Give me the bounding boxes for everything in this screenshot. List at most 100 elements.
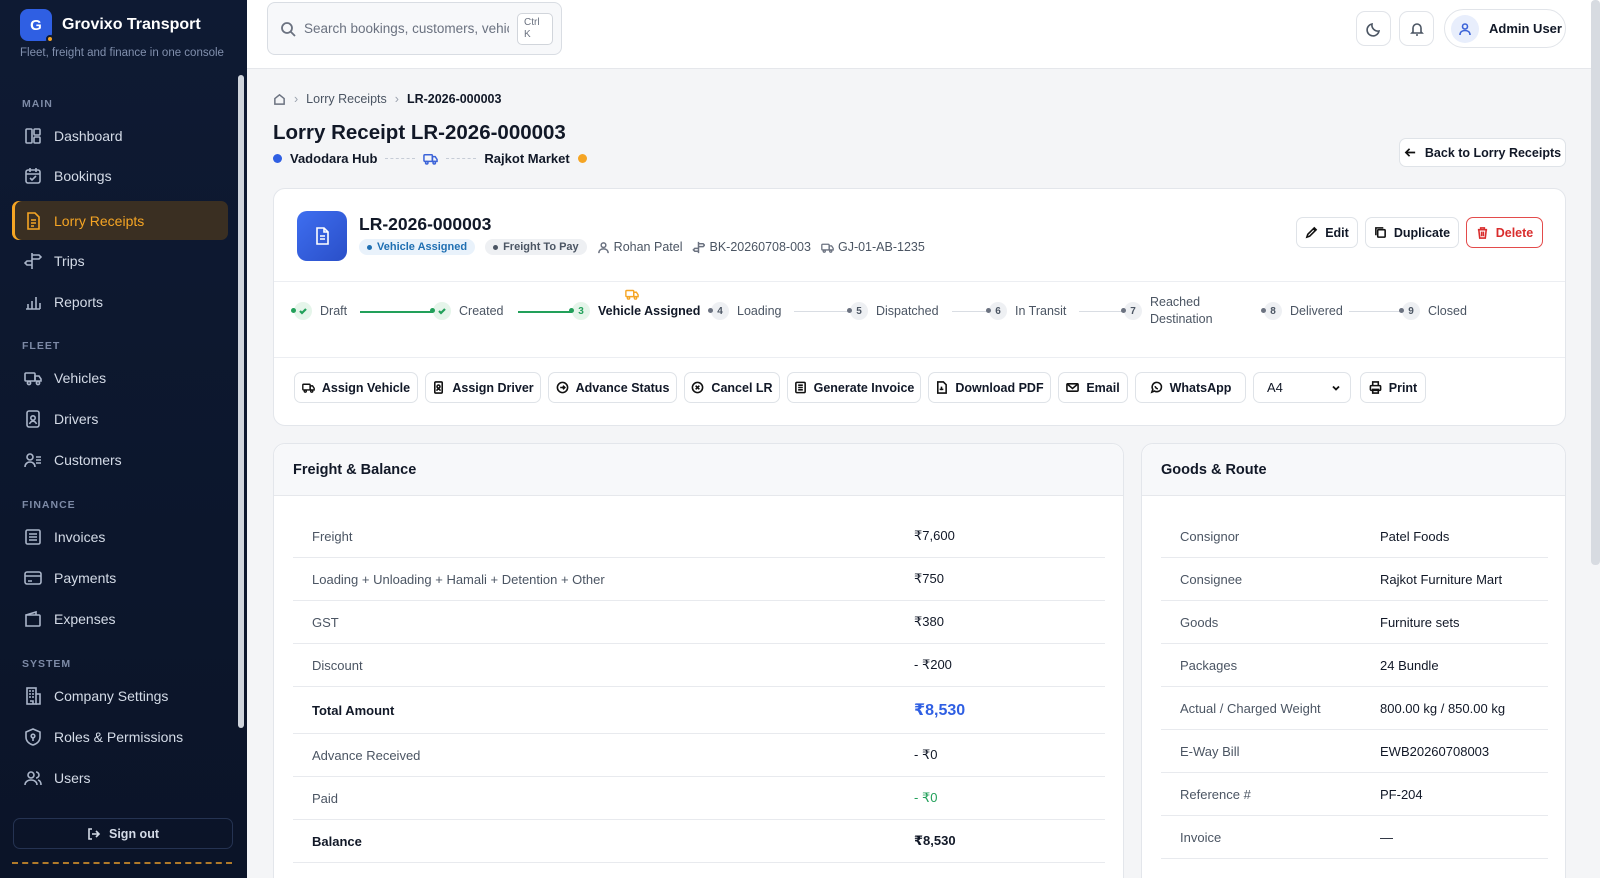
download-pdf-button[interactable]: Download PDF [928,372,1051,403]
user-menu-button[interactable]: Admin User [1444,9,1566,48]
generate-invoice-button[interactable]: Generate Invoice [787,372,921,403]
notifications-button[interactable] [1399,11,1434,46]
print-button[interactable]: Print [1360,372,1426,403]
x-circle-icon [692,381,704,394]
origin: Vadodara Hub [290,151,378,166]
sidebar-item-label: Payments [54,569,117,586]
printer-icon [1369,381,1382,394]
step-in-transit: 6 In Transit [986,302,1066,320]
log-out-icon [88,827,101,840]
table-row: Freight ₹7,600 [293,515,1105,558]
user-name: Admin User [1489,21,1562,36]
table-row: Packages 24 Bundle [1161,644,1548,687]
bell-icon [1409,22,1424,36]
theme-toggle-button[interactable] [1356,11,1391,46]
paper-size-select[interactable]: A4 [1253,372,1351,403]
brand-tagline: Fleet, freight and finance in one consol… [20,47,224,59]
id-badge-icon [26,409,40,428]
pencil-icon [1305,226,1318,239]
user-icon [1459,22,1471,35]
sidebar-item-label: Reports [54,293,104,310]
sidebar-item-label: Trips [54,252,85,269]
cancel-lr-button[interactable]: Cancel LR [684,372,780,403]
check-icon [299,308,307,315]
sidebar-item-roles-permissions[interactable]: Roles & Permissions [12,717,228,756]
file-pdf-icon [937,381,948,394]
sidebar-item-payments[interactable]: Payments [12,558,228,597]
duplicate-button[interactable]: Duplicate [1365,217,1459,248]
arrow-left-icon [1404,148,1416,157]
table-row: Invoice — [1161,816,1548,859]
balance-row: Balance ₹8,530 [293,820,1105,863]
whatsapp-button[interactable]: WhatsApp [1135,372,1246,403]
sidebar: G Grovixo Transport Fleet, freight and f… [0,0,247,878]
sidebar-item-bookings[interactable]: Bookings [12,156,228,195]
booking-ref[interactable]: BK-20260708-003 [692,240,811,254]
status-stepper: Draft Created 3 Vehicle Assigned 4 Loadi… [291,287,1544,337]
sidebar-item-vehicles[interactable]: Vehicles [12,358,228,397]
sidebar-item-label: Drivers [54,410,99,427]
assign-driver-button[interactable]: Assign Driver [425,372,541,403]
vehicle-number[interactable]: GJ-01-AB-1235 [821,240,925,254]
bar-chart-icon [26,296,41,310]
sidebar-item-company-settings[interactable]: Company Settings [12,676,228,715]
table-row: Paid - ₹0 [293,777,1105,820]
sidebar-item-trips[interactable]: Trips [12,241,228,280]
brand[interactable]: G Grovixo Transport [20,9,201,43]
sidebar-item-lorry-receipts[interactable]: Lorry Receipts [12,201,228,240]
freight-balance-card: Freight & Balance Freight ₹7,600 Loading … [273,443,1124,878]
moon-icon [1365,22,1380,37]
step-dispatched: 5 Dispatched [847,302,939,320]
sidebar-item-label: Customers [54,451,122,468]
customer: Rohan Patel [597,240,682,254]
assign-vehicle-button[interactable]: Assign Vehicle [294,372,418,403]
avatar [1451,14,1479,43]
receipt-icon [27,211,40,230]
shield-icon [25,727,41,746]
sidebar-item-reports[interactable]: Reports [12,282,228,321]
email-button[interactable]: Email [1058,372,1128,403]
sidebar-item-label: Roles & Permissions [54,728,184,745]
home-icon[interactable] [273,93,286,106]
sidebar-item-customers[interactable]: Customers [12,440,228,479]
global-search[interactable]: Ctrl K [267,2,562,55]
page-title: Lorry Receipt LR-2026-000003 [273,121,566,144]
mail-icon [1066,382,1080,393]
advance-status-button[interactable]: Advance Status [548,372,677,403]
sidebar-scrollbar[interactable] [238,75,244,728]
sidebar-item-dashboard[interactable]: Dashboard [12,116,228,155]
sidebar-item-users[interactable]: Users [12,758,228,797]
destination: Rajkot Market [484,151,570,166]
wallet-icon [25,610,41,627]
back-to-lorry-receipts-button[interactable]: Back to Lorry Receipts [1399,138,1566,167]
table-row: Goods Furniture sets [1161,601,1548,644]
page-scrollbar[interactable] [1591,0,1600,565]
breadcrumb-parent[interactable]: Lorry Receipts [306,92,387,106]
divider [12,862,232,864]
credit-card-icon [24,570,42,585]
trash-icon [1477,227,1487,239]
sign-out-button[interactable]: Sign out [13,818,233,849]
step-draft: Draft [291,302,347,320]
table-row: Reference # PF-204 [1161,773,1548,816]
search-input[interactable] [304,21,509,36]
sidebar-item-label: Invoices [54,528,106,545]
shortcut-hint: Ctrl K [517,12,553,45]
table-row: GST ₹380 [293,601,1105,644]
nav-section-main: MAIN [22,98,53,110]
nav-section-fleet: FLEET [22,340,61,352]
sidebar-item-label: Expenses [54,610,116,627]
route-summary: Vadodara Hub Rajkot Market [273,151,587,166]
table-row: Consignor Patel Foods [1161,515,1548,558]
delete-button[interactable]: Delete [1466,217,1543,248]
sidebar-item-label: Dashboard [54,127,123,144]
sidebar-item-invoices[interactable]: Invoices [12,517,228,556]
brand-name: Grovixo Transport [62,16,201,33]
sidebar-item-drivers[interactable]: Drivers [12,399,228,438]
calendar-check-icon [25,167,41,184]
edit-button[interactable]: Edit [1296,217,1358,248]
sidebar-item-label: Company Settings [54,687,169,704]
goods-route-card: Goods & Route Consignor Patel Foods Consi… [1141,443,1566,878]
sidebar-item-expenses[interactable]: Expenses [12,599,228,638]
step-delivered: 8 Delivered [1261,302,1343,320]
